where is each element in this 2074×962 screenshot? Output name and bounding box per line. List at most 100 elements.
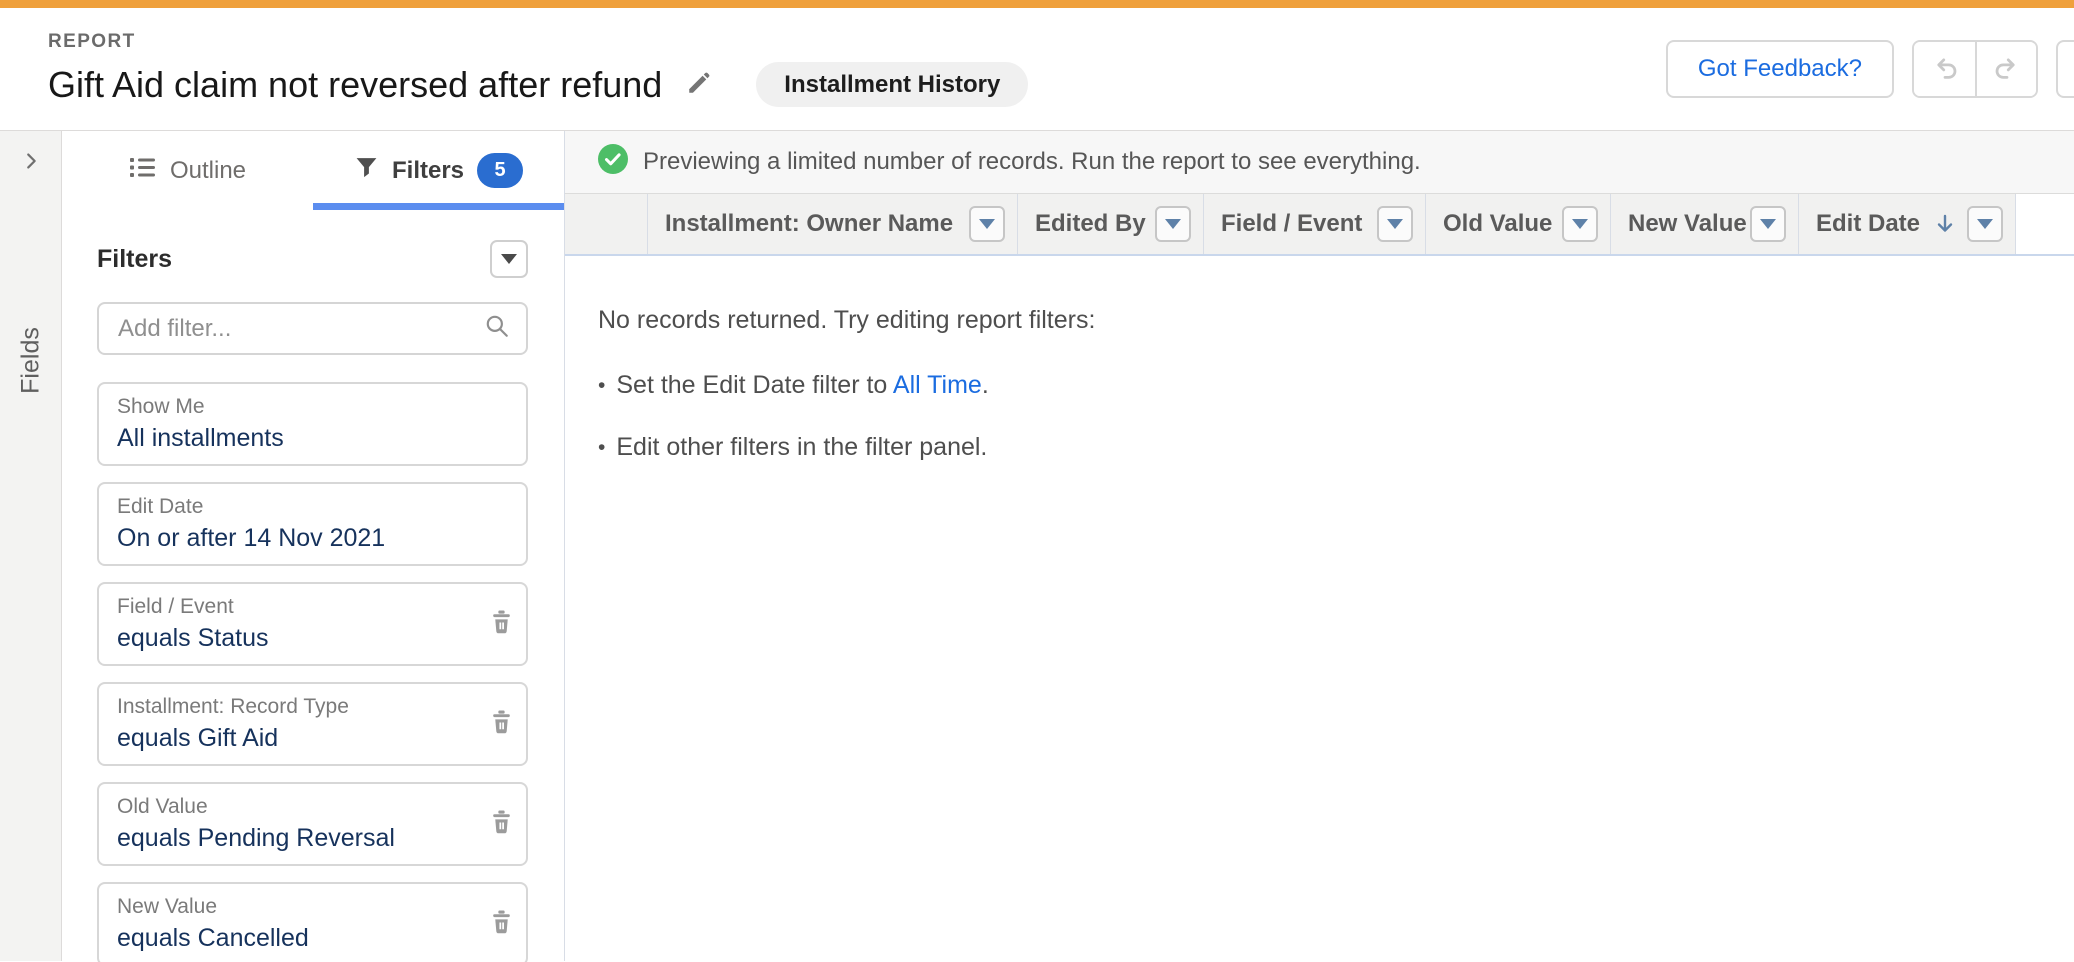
row-index-column-header <box>565 194 648 254</box>
app-header: REPORT Gift Aid claim not reversed after… <box>0 8 2074 130</box>
column-label: Old Value <box>1443 210 1552 238</box>
trash-icon <box>489 709 514 739</box>
sidebar-tabs: Outline Filters 5 <box>62 131 564 210</box>
trash-icon <box>489 909 514 939</box>
filter-value: equals Cancelled <box>117 924 470 953</box>
filter-value: All installments <box>117 424 470 453</box>
filter-value: equals Gift Aid <box>117 724 470 753</box>
undo-button[interactable] <box>1914 42 1975 96</box>
filters-menu-button[interactable] <box>490 240 528 278</box>
chevron-down-icon <box>1760 219 1776 229</box>
bullet1-suffix: . <box>982 371 989 399</box>
column-label: Edited By <box>1035 210 1146 238</box>
empty-state-bullet-1: • Set the Edit Date filter to All Time. <box>598 371 2074 400</box>
column-label: New Value <box>1628 210 1747 238</box>
column-header-field-event[interactable]: Field / Event <box>1204 194 1426 254</box>
empty-state: No records returned. Try editing report … <box>565 256 2074 495</box>
remove-filter-button[interactable] <box>489 909 514 939</box>
undo-icon <box>1930 53 1960 86</box>
filter-card-edit-date[interactable]: Edit Date On or after 14 Nov 2021 <box>97 482 528 566</box>
report-preview: Previewing a limited number of records. … <box>565 131 2074 961</box>
filter-label: Field / Event <box>117 595 470 619</box>
brand-accent-bar <box>0 0 2074 8</box>
column-menu-button[interactable] <box>1750 206 1786 242</box>
column-label: Edit Date <box>1816 210 1920 238</box>
trash-icon <box>489 609 514 639</box>
chevron-down-icon <box>1572 219 1588 229</box>
column-menu-button[interactable] <box>1155 206 1191 242</box>
filter-card-old-value[interactable]: Old Value equals Pending Reversal <box>97 782 528 866</box>
table-header-row: Installment: Owner Name Edited By Field … <box>565 193 2074 256</box>
column-menu-button[interactable] <box>1967 206 2003 242</box>
search-icon <box>484 313 510 344</box>
filter-label: New Value <box>117 895 470 919</box>
chevron-down-icon <box>979 219 995 229</box>
redo-icon <box>1992 53 2022 86</box>
column-menu-button[interactable] <box>1562 206 1598 242</box>
filter-card-new-value[interactable]: New Value equals Cancelled <box>97 882 528 962</box>
filter-value: equals Status <box>117 624 470 653</box>
bullet2-text: Edit other filters in the filter panel. <box>616 433 987 462</box>
empty-state-heading: No records returned. Try editing report … <box>598 306 2074 335</box>
tab-outline[interactable]: Outline <box>62 131 313 210</box>
column-header-edited-by[interactable]: Edited By <box>1018 194 1204 254</box>
undo-redo-group <box>1912 40 2038 98</box>
success-check-icon <box>598 144 628 181</box>
filter-label: Show Me <box>117 395 470 419</box>
filters-count-badge: 5 <box>477 153 523 188</box>
bullet-dot: • <box>598 436 605 460</box>
column-label: Installment: Owner Name <box>665 210 953 238</box>
filter-card-record-type[interactable]: Installment: Record Type equals Gift Aid <box>97 682 528 766</box>
column-menu-button[interactable] <box>1377 206 1413 242</box>
column-header-old-value[interactable]: Old Value <box>1426 194 1611 254</box>
filter-label: Installment: Record Type <box>117 695 470 719</box>
filter-card-field-event[interactable]: Field / Event equals Status <box>97 582 528 666</box>
chevron-down-icon <box>1165 219 1181 229</box>
fields-rail-label: Fields <box>16 327 45 394</box>
sort-desc-arrow-icon <box>1934 212 1956 236</box>
empty-state-bullet-2: • Edit other filters in the filter panel… <box>598 433 2074 462</box>
filter-label: Edit Date <box>117 495 470 519</box>
column-menu-button[interactable] <box>969 206 1005 242</box>
chevron-down-icon <box>1387 219 1403 229</box>
chevron-down-icon <box>501 254 517 264</box>
filter-value: equals Pending Reversal <box>117 824 470 853</box>
column-header-edit-date[interactable]: Edit Date <box>1799 194 2016 254</box>
bullet-dot: • <box>598 374 605 398</box>
tab-outline-label: Outline <box>170 157 246 185</box>
report-eyebrow: REPORT <box>48 31 1028 53</box>
report-type-badge: Installment History <box>756 62 1028 107</box>
add-filter-box <box>97 302 528 355</box>
column-header-installment-owner-name[interactable]: Installment: Owner Name <box>648 194 1018 254</box>
filters-sidebar: Outline Filters 5 Filters <box>62 131 565 961</box>
chevron-down-icon <box>1977 219 1993 229</box>
preview-banner: Previewing a limited number of records. … <box>565 131 2074 193</box>
more-actions-button[interactable] <box>2056 40 2074 98</box>
chevron-right-icon <box>20 149 42 178</box>
redo-button[interactable] <box>1975 42 2036 96</box>
edit-title-button[interactable] <box>686 70 712 99</box>
page-title: Gift Aid claim not reversed after refund <box>48 64 662 106</box>
remove-filter-button[interactable] <box>489 609 514 639</box>
outline-list-icon <box>129 155 157 186</box>
pencil-icon <box>686 70 712 99</box>
remove-filter-button[interactable] <box>489 809 514 839</box>
remove-filter-button[interactable] <box>489 709 514 739</box>
tab-filters-label: Filters <box>392 157 464 185</box>
filter-funnel-icon <box>354 155 379 187</box>
filters-heading: Filters <box>97 245 172 274</box>
filter-card-show-me[interactable]: Show Me All installments <box>97 382 528 466</box>
active-tab-indicator <box>313 203 564 210</box>
all-time-link[interactable]: All Time <box>893 371 982 399</box>
filter-label: Old Value <box>117 795 470 819</box>
column-header-new-value[interactable]: New Value <box>1611 194 1799 254</box>
filters-panel-body: Filters Show Me All installments <box>62 210 564 962</box>
trash-icon <box>489 809 514 839</box>
tab-filters[interactable]: Filters 5 <box>313 131 564 210</box>
add-filter-input[interactable] <box>118 315 484 343</box>
got-feedback-button[interactable]: Got Feedback? <box>1666 40 1894 98</box>
preview-banner-text: Previewing a limited number of records. … <box>643 148 1421 176</box>
bullet1-text: Set the Edit Date filter to <box>616 371 893 399</box>
table-header-filler <box>2016 194 2074 254</box>
fields-panel-toggle[interactable]: Fields <box>0 131 62 961</box>
